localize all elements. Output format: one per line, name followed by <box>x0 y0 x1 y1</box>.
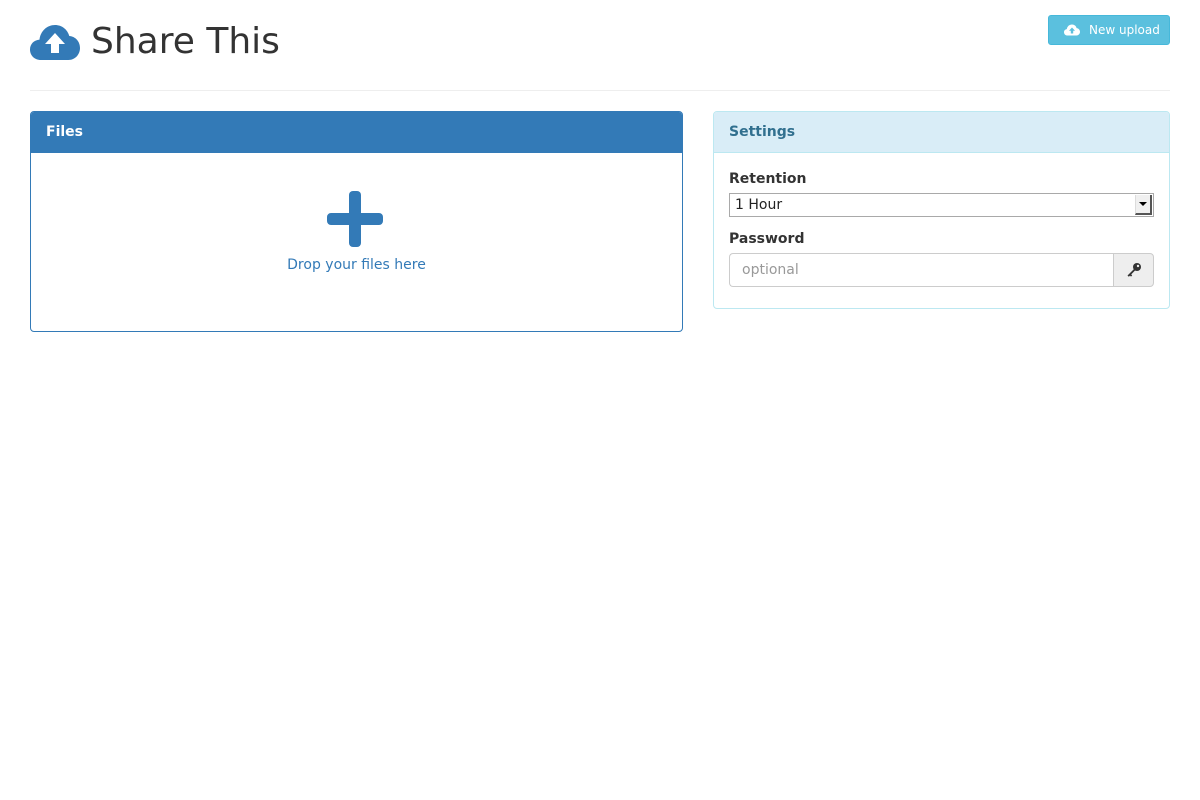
page-header: Share This New upload <box>30 0 1170 91</box>
page-title: Share This <box>91 21 280 62</box>
password-input[interactable] <box>729 253 1113 287</box>
files-panel-heading: Files <box>31 112 682 153</box>
settings-panel: Settings Retention 1 Hour Password <box>713 111 1170 309</box>
cloud-upload-icon <box>30 25 80 60</box>
retention-select[interactable]: 1 Hour <box>729 193 1154 217</box>
cloud-upload-icon <box>1064 24 1080 36</box>
plus-icon <box>327 191 383 247</box>
file-dropzone[interactable]: Drop your files here <box>31 153 682 331</box>
files-panel: Files Drop your files here <box>30 111 683 332</box>
password-input-group <box>729 253 1154 287</box>
settings-panel-body: Retention 1 Hour Password <box>714 153 1169 302</box>
new-upload-label: New upload <box>1089 23 1160 37</box>
dropzone-label: Drop your files here <box>287 257 426 273</box>
retention-selected-value: 1 Hour <box>735 197 783 213</box>
chevron-down-icon <box>1135 195 1152 215</box>
password-group: Password <box>729 231 1154 287</box>
page: Share This New upload Files Drop your fi… <box>30 0 1170 332</box>
key-button[interactable] <box>1113 253 1154 287</box>
retention-label: Retention <box>729 171 807 187</box>
new-upload-button[interactable]: New upload <box>1048 15 1170 45</box>
key-icon <box>1127 263 1141 277</box>
settings-panel-heading: Settings <box>714 112 1169 153</box>
password-label: Password <box>729 231 805 247</box>
